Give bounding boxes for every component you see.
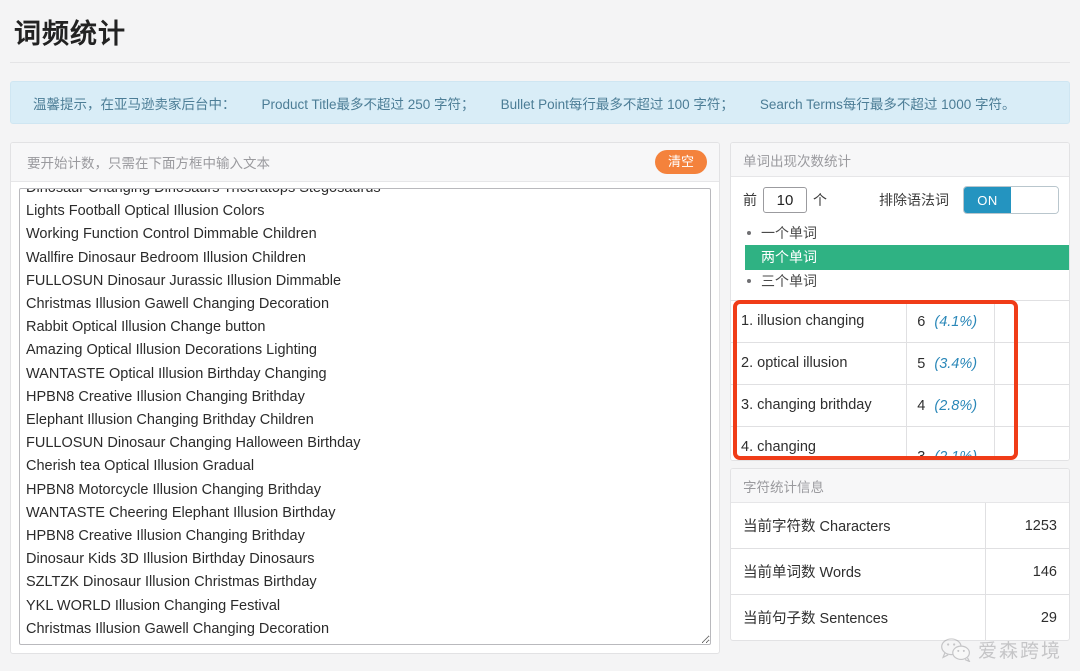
frequency-term-cell: 2. optical illusion bbox=[731, 343, 907, 385]
text-input-hint: 要开始计数，只需在下面方框中输入文本 bbox=[27, 152, 270, 172]
stat-label: 当前单词数 Words bbox=[731, 549, 985, 595]
frequency-percent: (2.8%) bbox=[934, 398, 977, 414]
frequency-count-cell: 4 (2.8%) bbox=[907, 385, 995, 427]
stat-value: 1253 bbox=[985, 503, 1069, 549]
stat-label: 当前句子数 Sentences bbox=[731, 595, 985, 641]
table-row: 当前句子数 Sentences 29 bbox=[731, 595, 1069, 641]
frequency-count: 4 bbox=[917, 398, 925, 414]
top-n-prefix-label: 前 bbox=[743, 190, 757, 210]
ngram-option-three-words[interactable]: 三个单词 bbox=[731, 270, 1069, 293]
top-n-input[interactable] bbox=[763, 187, 807, 213]
frequency-empty-cell bbox=[995, 385, 1069, 427]
frequency-term: optical illusion bbox=[757, 355, 847, 371]
table-row[interactable]: 1. illusion changing 6 (4.1%) bbox=[731, 301, 1069, 343]
frequency-table: 1. illusion changing 6 (4.1%) bbox=[731, 300, 1069, 460]
toggle-knob bbox=[1011, 187, 1058, 213]
bullet-icon bbox=[747, 279, 751, 283]
ngram-option-two-words[interactable]: 两个单词 bbox=[745, 245, 1069, 270]
ngram-option-label: 两个单词 bbox=[761, 249, 817, 265]
title-divider bbox=[10, 62, 1070, 63]
ngram-option-one-word[interactable]: 一个单词 bbox=[731, 222, 1069, 245]
stat-value: 29 bbox=[985, 595, 1069, 641]
table-row: 当前字符数 Characters 1253 bbox=[731, 503, 1069, 549]
stat-value: 146 bbox=[985, 549, 1069, 595]
character-stats-table: 当前字符数 Characters 1253 当前单词数 Words 146 当前… bbox=[731, 503, 1069, 640]
frequency-empty-cell bbox=[995, 343, 1069, 385]
table-row[interactable]: 4. changing decoration 3 (2.1%) bbox=[731, 427, 1069, 461]
frequency-rank: 2. bbox=[741, 355, 753, 371]
frequency-count: 6 bbox=[917, 314, 925, 330]
frequency-term-cell: 3. changing brithday bbox=[731, 385, 907, 427]
banner-segment-0: 温馨提示，在亚马逊卖家后台中： bbox=[33, 93, 236, 113]
table-row[interactable]: 3. changing brithday 4 (2.8%) bbox=[731, 385, 1069, 427]
info-banner: 温馨提示，在亚马逊卖家后台中： Product Title最多不超过 250 字… bbox=[10, 81, 1070, 124]
ngram-option-label: 三个单词 bbox=[761, 273, 817, 289]
ngram-option-label: 一个单词 bbox=[761, 225, 817, 241]
frequency-count: 5 bbox=[917, 356, 925, 372]
frequency-term-cell: 1. illusion changing bbox=[731, 301, 907, 343]
frequency-term: illusion changing bbox=[757, 313, 864, 329]
word-frequency-card: 单词出现次数统计 前 个 排除语法词 ON 一个单词 bbox=[730, 142, 1070, 461]
exclude-stopwords-label: 排除语法词 bbox=[879, 190, 949, 210]
main-content: 要开始计数，只需在下面方框中输入文本 清空 单词出现次数统计 前 个 排除语法词… bbox=[10, 142, 1070, 654]
frequency-rank: 4. bbox=[741, 439, 753, 455]
top-n-controls: 前 个 排除语法词 ON bbox=[731, 177, 1069, 222]
table-row: 当前单词数 Words 146 bbox=[731, 549, 1069, 595]
banner-segment-2: Bullet Point每行最多不超过 100 字符； bbox=[501, 93, 734, 113]
frequency-rank: 3. bbox=[741, 397, 753, 413]
frequency-count-cell: 6 (4.1%) bbox=[907, 301, 995, 343]
ngram-option-list: 一个单词 两个单词 三个单词 bbox=[731, 222, 1069, 300]
frequency-percent: (3.4%) bbox=[934, 356, 977, 372]
frequency-empty-cell bbox=[995, 427, 1069, 461]
top-n-suffix-label: 个 bbox=[813, 190, 827, 210]
bullet-icon bbox=[747, 231, 751, 235]
character-stats-header: 字符统计信息 bbox=[731, 469, 1069, 503]
textarea-container bbox=[11, 182, 719, 653]
toggle-on-state: ON bbox=[964, 187, 1011, 213]
clear-button[interactable]: 清空 bbox=[655, 150, 707, 174]
banner-segment-3: Search Terms每行最多不超过 1000 字符。 bbox=[760, 93, 1016, 113]
stat-label: 当前字符数 Characters bbox=[731, 503, 985, 549]
frequency-table-wrap: 1. illusion changing 6 (4.1%) bbox=[731, 300, 1069, 460]
frequency-count-cell: 3 (2.1%) bbox=[907, 427, 995, 461]
text-input-textarea[interactable] bbox=[19, 188, 711, 645]
text-input-panel-header: 要开始计数，只需在下面方框中输入文本 清空 bbox=[11, 143, 719, 182]
banner-segment-1: Product Title最多不超过 250 字符； bbox=[262, 93, 475, 113]
character-stats-card: 字符统计信息 当前字符数 Characters 1253 当前单词数 Words… bbox=[730, 468, 1070, 641]
stats-column: 单词出现次数统计 前 个 排除语法词 ON 一个单词 bbox=[730, 142, 1070, 641]
table-row[interactable]: 2. optical illusion 5 (3.4%) bbox=[731, 343, 1069, 385]
frequency-term: changing decoration bbox=[741, 439, 816, 460]
frequency-empty-cell bbox=[995, 301, 1069, 343]
word-frequency-header: 单词出现次数统计 bbox=[731, 143, 1069, 177]
text-input-panel: 要开始计数，只需在下面方框中输入文本 清空 bbox=[10, 142, 720, 654]
frequency-percent: (2.1%) bbox=[934, 449, 977, 460]
frequency-term-cell: 4. changing decoration bbox=[731, 427, 907, 461]
frequency-percent: (4.1%) bbox=[934, 314, 977, 330]
page-title: 词频统计 bbox=[0, 0, 1080, 54]
exclude-stopwords-toggle[interactable]: ON bbox=[963, 186, 1059, 214]
frequency-rank: 1. bbox=[741, 313, 753, 329]
frequency-table-clip: 1. illusion changing 6 (4.1%) bbox=[731, 300, 1069, 460]
frequency-count: 3 bbox=[917, 449, 925, 460]
frequency-term: changing brithday bbox=[757, 397, 871, 413]
frequency-count-cell: 5 (3.4%) bbox=[907, 343, 995, 385]
